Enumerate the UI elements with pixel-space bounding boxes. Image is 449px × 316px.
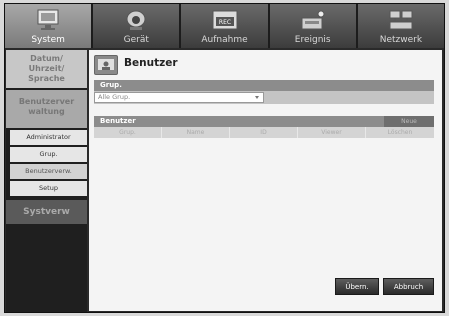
tab-aufnahme[interactable]: REC Aufnahme <box>181 4 268 48</box>
column-header-name: Name <box>162 127 230 138</box>
sidebar: Datum/ Uhrzeit/ Sprache Benutzerver walt… <box>6 50 87 312</box>
column-header-viewer: Viewer <box>298 127 366 138</box>
monitor-icon <box>37 9 59 30</box>
cancel-button[interactable]: Abbruch <box>383 278 434 295</box>
sidebar-group-datum[interactable]: Datum/ Uhrzeit/ Sprache <box>6 50 87 88</box>
chevron-down-icon <box>255 96 259 99</box>
new-user-button[interactable]: Neue <box>384 116 434 127</box>
page-title: Benutzer <box>124 57 178 69</box>
sidebar-item-label: Setup <box>39 184 58 192</box>
sidebar-item-label: Administrator <box>26 133 71 141</box>
camera-icon <box>126 10 146 30</box>
user-section-header: Benutzer <box>94 116 434 127</box>
user-icon <box>94 55 118 75</box>
tab-ereignis[interactable]: Ereignis <box>269 4 356 48</box>
sidebar-item-administrator[interactable]: Administrator <box>10 130 87 145</box>
column-header-id: ID <box>230 127 298 138</box>
sidebar-item-grup[interactable]: Grup. <box>10 147 87 162</box>
rec-icon: REC <box>212 10 237 30</box>
group-select[interactable]: Alle Grup. <box>94 92 264 103</box>
sidebar-group-systverw[interactable]: Systverw <box>6 200 87 224</box>
svg-text:REC: REC <box>218 19 230 26</box>
user-table-header: Grup. Name ID Viewer Löschen <box>94 127 434 138</box>
tab-label: Aufnahme <box>201 35 248 45</box>
column-header-delete: Löschen <box>387 129 413 136</box>
tab-label: System <box>31 35 65 45</box>
sidebar-group-label: Systverw <box>23 207 70 217</box>
tab-label: Ereignis <box>294 35 331 45</box>
main-tab-bar: System Gerät REC Aufnahme Ereignis Netzw… <box>5 4 445 48</box>
apply-button[interactable]: Übern. <box>335 278 379 295</box>
tab-label: Gerät <box>123 35 149 45</box>
user-icon-graphic <box>98 59 114 70</box>
main-panel: Benutzer Grup. Alle Grup. Benutzer Neue … <box>89 50 442 311</box>
sidebar-item-setup[interactable]: Setup <box>10 181 87 196</box>
sidebar-item-label: Grup. <box>39 150 58 158</box>
tab-geraet[interactable]: Gerät <box>93 4 180 48</box>
tab-netzwerk[interactable]: Netzwerk <box>357 4 445 48</box>
sidebar-group-label: Datum/ Uhrzeit/ Sprache <box>28 54 65 83</box>
tab-system[interactable]: System <box>5 4 92 48</box>
sidebar-group-benutzerverwaltung[interactable]: Benutzerver waltung <box>6 90 87 128</box>
sidebar-item-label: Benutzerverw. <box>25 167 72 175</box>
sidebar-group-label: Benutzerver waltung <box>18 97 75 116</box>
group-section-header: Grup. <box>94 80 434 91</box>
network-icon <box>389 10 413 30</box>
tab-label: Netzwerk <box>379 35 423 45</box>
group-select-value: Alle Grup. <box>98 93 131 101</box>
sidebar-item-benutzerverw[interactable]: Benutzerverw. <box>10 164 87 179</box>
column-header-group: Grup. <box>94 127 162 138</box>
event-icon <box>301 10 325 30</box>
